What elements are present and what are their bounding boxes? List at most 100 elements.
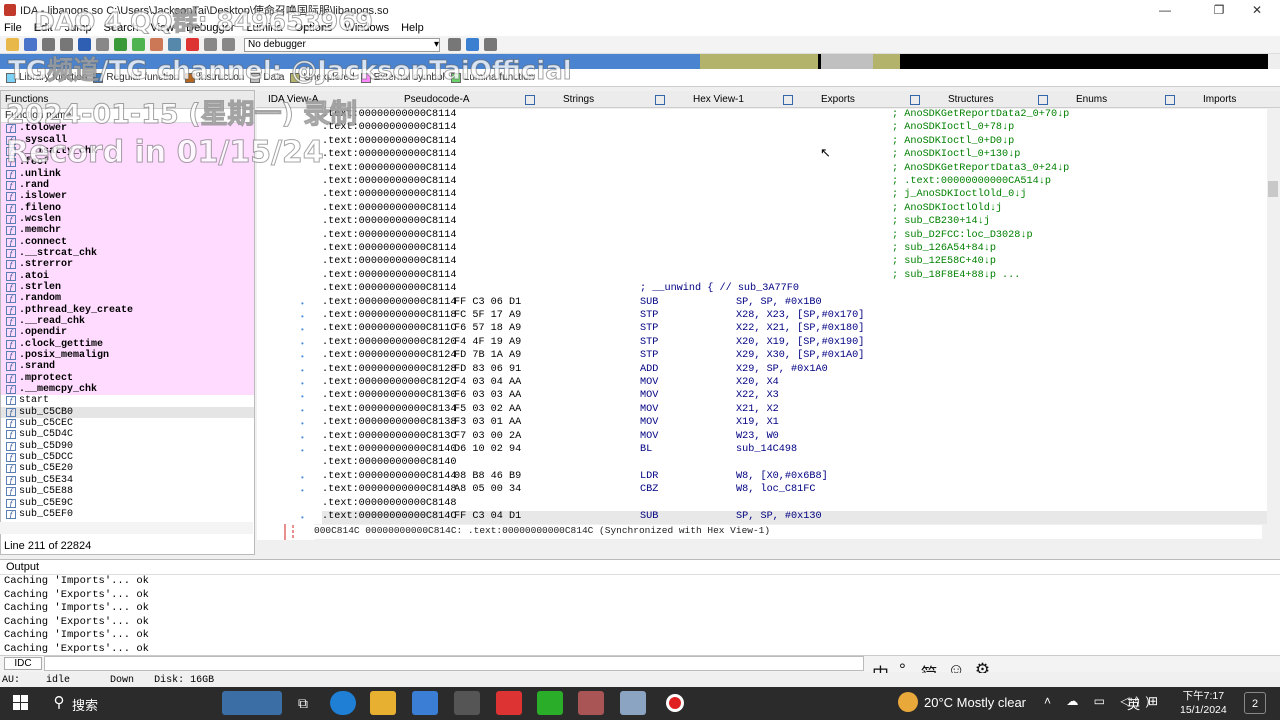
disassembly-line[interactable]: .text:00000000000C8114 [322, 122, 882, 135]
breakpoint-dot-icon[interactable]: • [301, 392, 305, 401]
disassembly-vertical-scrollbar[interactable] [1267, 109, 1279, 539]
function-list-item[interactable]: f .__read_chk [1, 315, 254, 328]
disassembly-line[interactable]: .text:00000000000C8114 FF C3 06 D1 SUB SP, … [322, 297, 882, 310]
disassembly-line[interactable]: .text:00000000000C814C FF C3 04 D1 SUB SP, … [322, 511, 1267, 525]
xref-comment[interactable]: ; sub_D2FCC:loc_D3028↓p [892, 230, 1033, 243]
disassembly-line[interactable]: .text:00000000000C8114 [322, 203, 882, 216]
notes-app-icon[interactable] [620, 691, 646, 715]
xref-comment[interactable]: ; AnoSDKIoctlOld↓j [892, 203, 1002, 216]
disassembly-line[interactable]: .text:00000000000C8114 [322, 176, 882, 189]
xref-comment[interactable]: ; AnoSDKIoctl_0+130↓p [892, 149, 1020, 162]
breakpoint-dot-icon[interactable]: • [301, 312, 305, 321]
function-list-item[interactable]: f .random [1, 293, 254, 305]
function-list-item[interactable]: f sub_C5EF0 [1, 509, 254, 520]
breakpoint-dot-icon[interactable]: • [301, 325, 305, 334]
function-list-item[interactable]: f .strlen [1, 281, 254, 294]
taskbar-clock[interactable]: 下午7:17 15/1/2024 [1180, 689, 1227, 717]
function-list-item[interactable]: f .opendir [1, 327, 254, 339]
disassembly-line[interactable]: .text:00000000000C8140 [322, 457, 882, 470]
store-icon[interactable] [412, 691, 438, 715]
menu-help[interactable]: Help [401, 22, 424, 34]
function-list-item[interactable]: f .memchr [1, 225, 254, 237]
idc-language-button[interactable]: IDC [4, 657, 42, 670]
disassembly-line[interactable]: .text:00000000000C8130 F6 03 03 AA MOV X22,… [322, 390, 882, 403]
xref-comment[interactable]: ; j_AnoSDKIoctlOld_0↓j [892, 189, 1027, 202]
breakpoint-dot-icon[interactable]: • [301, 446, 305, 455]
function-list-item[interactable]: f sub_C5E20 [1, 463, 254, 474]
wechat-icon[interactable] [537, 691, 563, 715]
terminal-icon[interactable] [454, 691, 480, 715]
disassembly-line[interactable]: .text:00000000000C812C F4 03 04 AA MOV X20,… [322, 377, 882, 390]
tab-imports[interactable]: Imports [1161, 91, 1240, 108]
disassembly-line[interactable]: .text:00000000000C8114 [322, 216, 882, 229]
breakpoint-dot-icon[interactable]: • [301, 366, 305, 375]
xref-comment[interactable]: ; sub_12E58C+40↓p [892, 256, 996, 269]
ime-mode-icon[interactable]: ⊞ [1148, 694, 1158, 708]
tab-pseudocode-a[interactable]: Pseudocode-A [394, 91, 474, 108]
breakpoint-dot-icon[interactable]: • [301, 406, 305, 415]
edge-browser-icon[interactable] [330, 691, 356, 715]
weather-text[interactable]: 20°C Mostly clear [924, 695, 1026, 710]
function-list-item[interactable]: f .__strcat_chk [1, 247, 254, 260]
disassembly-line[interactable]: .text:00000000000C8114 [322, 163, 882, 176]
function-list-item[interactable]: f sub_C5D4C [1, 429, 254, 440]
breakpoint-dot-icon[interactable]: • [301, 299, 305, 308]
breakpoint-dot-icon[interactable]: • [301, 379, 305, 388]
tab-exports[interactable]: Exports [779, 91, 859, 108]
disassembly-line[interactable]: .text:00000000000C813C F7 03 00 2A MOV W23,… [322, 431, 882, 444]
disassembly-line[interactable]: .text:00000000000C8114 [322, 109, 882, 122]
function-list-item[interactable]: f sub_C5E34 [1, 475, 254, 486]
xref-comment[interactable]: ; AnoSDKIoctl_0+78↓p [892, 122, 1014, 135]
disassembly-line[interactable]: .text:00000000000C8114 [322, 230, 882, 243]
function-list-item[interactable]: f .posix_memalign [1, 349, 254, 362]
disassembly-line[interactable]: .text:00000000000C8148 [322, 498, 882, 511]
function-list-item[interactable]: f .atoi [1, 270, 254, 282]
disassembly-line[interactable]: .text:00000000000C8114 ; __unwind { // su… [322, 283, 882, 296]
ida-taskbar-icon[interactable] [578, 691, 604, 715]
disassembly-line[interactable]: .text:00000000000C8148 A8 05 00 34 CBZ W8, … [322, 484, 882, 497]
function-list-item[interactable]: f sub_C5CEC [1, 418, 254, 429]
tab-strings[interactable]: Strings [521, 91, 598, 108]
breakpoint-dot-icon[interactable]: • [301, 433, 305, 442]
minimize-button[interactable]: — [1142, 0, 1188, 20]
breakpoint-dot-icon[interactable]: • [301, 486, 305, 495]
tab-enums[interactable]: Enums [1034, 91, 1111, 108]
breakpoint-dot-icon[interactable]: • [301, 339, 305, 348]
close-button[interactable]: ✕ [1234, 0, 1280, 20]
menu-file[interactable]: File [4, 22, 22, 34]
file-explorer-icon[interactable] [370, 691, 396, 715]
function-list-item[interactable]: f .srand [1, 361, 254, 373]
function-list-item[interactable]: f .wcslen [1, 213, 254, 226]
disassembly-line[interactable]: .text:00000000000C8128 FD 83 06 91 ADD X29,… [322, 364, 882, 377]
xref-comment[interactable]: ; sub_18F8E4+88↓p ... [892, 270, 1020, 283]
function-list-item[interactable]: f sub_C5E88 [1, 486, 254, 497]
disassembly-line[interactable]: .text:00000000000C8124 FD 7B 1A A9 STP X29,… [322, 350, 882, 363]
function-list-item[interactable]: f .strerror [1, 259, 254, 271]
system-ime-indicator[interactable]: 英 [1127, 694, 1140, 713]
tab-hex-view-1[interactable]: Hex View-1 [651, 91, 748, 108]
function-list-item[interactable]: f sub_C5CB0 [1, 406, 254, 418]
task-view-icon[interactable]: ⧉ [290, 691, 316, 715]
disassembly-line[interactable]: .text:00000000000C8114 [322, 149, 882, 162]
breakpoint-dot-icon[interactable]: • [301, 352, 305, 361]
xref-comment[interactable]: ; AnoSDKIoctl_0+D0↓p [892, 136, 1014, 149]
disassembly-line[interactable]: .text:00000000000C8114 [322, 189, 882, 202]
function-list-item[interactable]: f .pthread_key_create [1, 304, 254, 316]
functions-horizontal-scrollbar[interactable] [0, 522, 253, 534]
function-list-item[interactable]: f start [1, 395, 254, 406]
xref-comment[interactable]: ; sub_CB230+14↓j [892, 216, 990, 229]
function-list-item[interactable]: f .connect [1, 236, 254, 248]
disassembly-line[interactable]: .text:00000000000C8134 F5 03 02 AA MOV X21,… [322, 404, 882, 417]
tab-structures[interactable]: Structures [906, 91, 998, 108]
gift-app-icon[interactable] [496, 691, 522, 715]
disassembly-line[interactable]: .text:00000000000C8138 F3 03 01 AA MOV X19,… [322, 417, 882, 430]
disassembly-line[interactable]: .text:00000000000C8114 [322, 256, 882, 269]
function-list-item[interactable]: f .rand [1, 179, 254, 192]
xref-comment[interactable]: ; AnoSDKGetReportData3_0+24↓p [892, 163, 1069, 176]
search-icon[interactable]: ⚲ [46, 691, 72, 715]
record-icon[interactable] [662, 691, 688, 715]
function-list-item[interactable]: f sub_C5D90 [1, 441, 254, 452]
function-list-item[interactable]: f .__memcpy_chk [1, 383, 254, 396]
xref-comment[interactable]: ; sub_126A54+84↓p [892, 243, 996, 256]
breakpoint-dot-icon[interactable]: • [301, 473, 305, 482]
